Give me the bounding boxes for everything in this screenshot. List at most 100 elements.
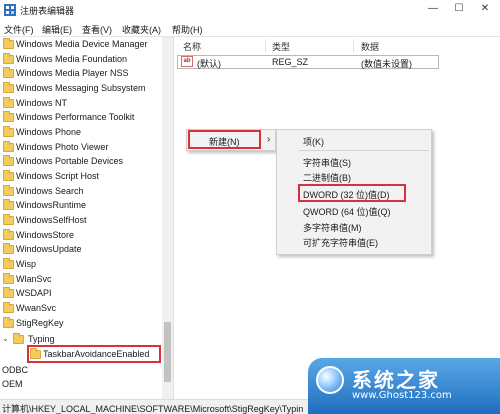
tree-item-label: Windows Photo Viewer [16,142,109,152]
close-button[interactable]: ✕ [476,2,494,16]
folder-icon [3,258,14,269]
tree-item[interactable]: Windows NT [0,97,170,111]
tree-item[interactable]: WindowsUpdate [0,243,170,257]
value-data: (数值未设置) [361,59,412,69]
tree-item-label: WindowsUpdate [16,244,82,254]
folder-icon [3,317,14,328]
submenu-item-string[interactable]: 字符串值(S) [303,156,351,169]
tree-item-label: Windows Media Device Manager [16,39,148,49]
folder-icon [3,243,14,254]
tree-item-label: Windows Portable Devices [16,156,124,166]
folder-icon [3,155,14,166]
menu-bar: 文件(F) 编辑(E) 查看(V) 收藏夹(A) 帮助(H) [0,20,500,36]
tree-item-label: WSDAPI [16,288,52,298]
value-type: REG_SZ [272,57,309,67]
folder-icon [3,67,14,78]
submenu-item-key[interactable]: 项(K) [303,135,324,148]
tree-item[interactable]: Windows Script Host [0,170,170,184]
menu-favorites[interactable]: 收藏夹(A) [122,23,161,36]
site-watermark: 系统之家 www.Ghost123.com [308,358,500,414]
folder-icon [3,53,14,64]
tree-item-label: Windows Media Player NSS [16,68,129,78]
tree-item-label: WwanSvc [16,303,57,313]
folder-icon [13,333,24,344]
string-value-icon: ab [181,56,193,67]
tree-item[interactable]: ODBC [0,364,170,378]
submenu-item-binary[interactable]: 二进制值(B) [303,171,351,184]
tree-item[interactable]: OEM [0,378,170,392]
watermark-title: 系统之家 [352,368,440,392]
folder-icon [3,141,14,152]
tree-item-label: Windows Messaging Subsystem [16,83,146,93]
tree-item-label: WindowsRuntime [16,200,87,210]
tree-item-label: Windows Media Foundation [16,54,128,64]
tree-item[interactable]: Windows Messaging Subsystem [0,82,170,96]
tree-scrollbar-thumb[interactable] [164,322,171,382]
column-header-name[interactable]: 名称 [183,40,201,53]
menu-file[interactable]: 文件(F) [4,23,34,36]
dword-item-highlight [298,184,406,202]
tree-item-label: OEM [2,379,23,389]
folder-icon [3,214,14,225]
submenu-item-multistring[interactable]: 多字符串值(M) [303,221,362,234]
tree-item[interactable]: WwanSvc [0,302,170,316]
tree-item[interactable]: Windows Media Foundation [0,53,170,67]
tree-item[interactable]: WindowsStore [0,229,170,243]
tree-item[interactable]: WindowsRuntime [0,199,170,213]
watermark-logo-icon [316,366,344,394]
folder-icon [3,126,14,137]
tree-item-label: StigRegKey [16,318,64,328]
menu-view[interactable]: 查看(V) [82,23,112,36]
window-title: 注册表编辑器 [20,6,75,16]
folder-icon [3,82,14,93]
tree-item[interactable]: Windows Search [0,185,170,199]
tree-item-label: WlanSvc [16,274,52,284]
tree-item[interactable]: Windows Media Device Manager [0,38,170,52]
minimize-button[interactable]: — [424,2,442,16]
tree-item-label: ODBC [2,365,29,375]
maximize-button[interactable]: ☐ [450,2,468,16]
folder-icon [3,229,14,240]
tree-item-label: WindowsSelfHost [16,215,87,225]
column-divider[interactable] [353,39,354,52]
column-divider[interactable] [265,39,266,52]
new-item-highlight [188,130,261,149]
watermark-url: www.Ghost123.com [352,390,452,401]
menu-edit[interactable]: 编辑(E) [42,23,72,36]
submenu-item-expandable-string[interactable]: 可扩充字符串值(E) [303,236,378,249]
tree-item-label: Windows Script Host [16,171,100,181]
submenu-item-qword[interactable]: QWORD (64 位)值(Q) [303,205,391,218]
folder-icon [3,185,14,196]
tree-item[interactable]: Windows Portable Devices [0,155,170,169]
value-name: (默认) [197,59,221,69]
menu-help[interactable]: 帮助(H) [172,23,203,36]
submenu-divider [299,150,429,151]
tree-item[interactable]: Windows Photo Viewer [0,141,170,155]
folder-icon [3,97,14,108]
column-header-data[interactable]: 数据 [361,40,379,53]
tree-item[interactable]: StigRegKey [0,317,170,331]
folder-icon [3,273,14,284]
regedit-app-icon [4,4,16,16]
tree-scrollbar[interactable] [162,37,173,399]
folder-icon [3,302,14,313]
tree-item[interactable]: Windows Phone [0,126,170,140]
tree-item-label: Windows Phone [16,127,82,137]
folder-icon [3,199,14,210]
tree-item-label: Typing [28,334,55,344]
tree-item-label: Windows Performance Toolkit [16,112,135,122]
folder-icon [3,111,14,122]
tree-item[interactable]: Wisp [0,258,170,272]
tree-item[interactable]: Windows Media Player NSS [0,67,170,81]
folder-icon [3,170,14,181]
tree-item-label: Windows NT [16,98,68,108]
title-bar: 注册表编辑器 — ☐ ✕ [0,0,500,20]
tree-item[interactable]: WindowsSelfHost [0,214,170,228]
selected-key-highlight [27,345,161,363]
chevron-down-icon[interactable]: ⌄ [2,334,9,343]
tree-item[interactable]: WSDAPI [0,287,170,301]
tree-item[interactable]: Windows Performance Toolkit [0,111,170,125]
tree-item[interactable]: WlanSvc [0,273,170,287]
column-header-type[interactable]: 类型 [272,40,290,53]
tree-item-label: Wisp [16,259,36,269]
